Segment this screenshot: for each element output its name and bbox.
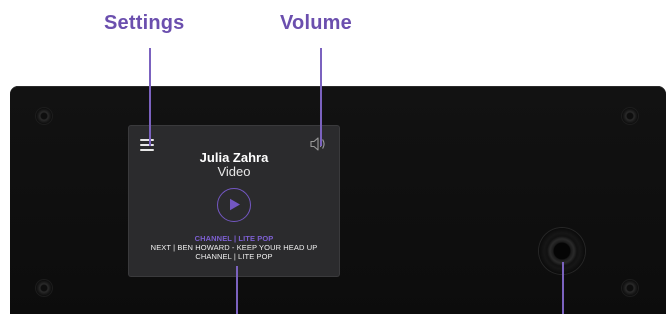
settings-callout-label: Settings (104, 12, 185, 34)
device-diagram: Settings Volume Julia Zahra Video CHANNE… (0, 0, 667, 314)
next-track-line: NEXT | BEN HOWARD - KEEP YOUR HEAD UP (150, 243, 318, 252)
screw-bottom-right (622, 280, 638, 296)
settings-leader-line (149, 48, 151, 146)
screw-top-right (622, 108, 638, 124)
screw-top-left (36, 108, 52, 124)
channel-line: CHANNEL | LITE POP (195, 252, 273, 261)
play-icon (230, 198, 240, 211)
screw-bottom-left (36, 280, 52, 296)
jack-leader-line (562, 262, 564, 314)
current-channel-highlight: CHANNEL | LITE POP (194, 234, 274, 243)
settings-menu-icon[interactable] (140, 139, 154, 151)
screen-leader-line (236, 266, 238, 314)
artist-name: Julia Zahra (199, 150, 269, 165)
source-label: Video (217, 164, 251, 179)
volume-callout-label: Volume (280, 12, 352, 34)
volume-leader-line (320, 48, 322, 146)
display-screen: Julia Zahra Video CHANNEL | LITE POP NEX… (129, 126, 339, 276)
play-button[interactable] (217, 188, 251, 222)
device-panel: Julia Zahra Video CHANNEL | LITE POP NEX… (10, 86, 666, 314)
